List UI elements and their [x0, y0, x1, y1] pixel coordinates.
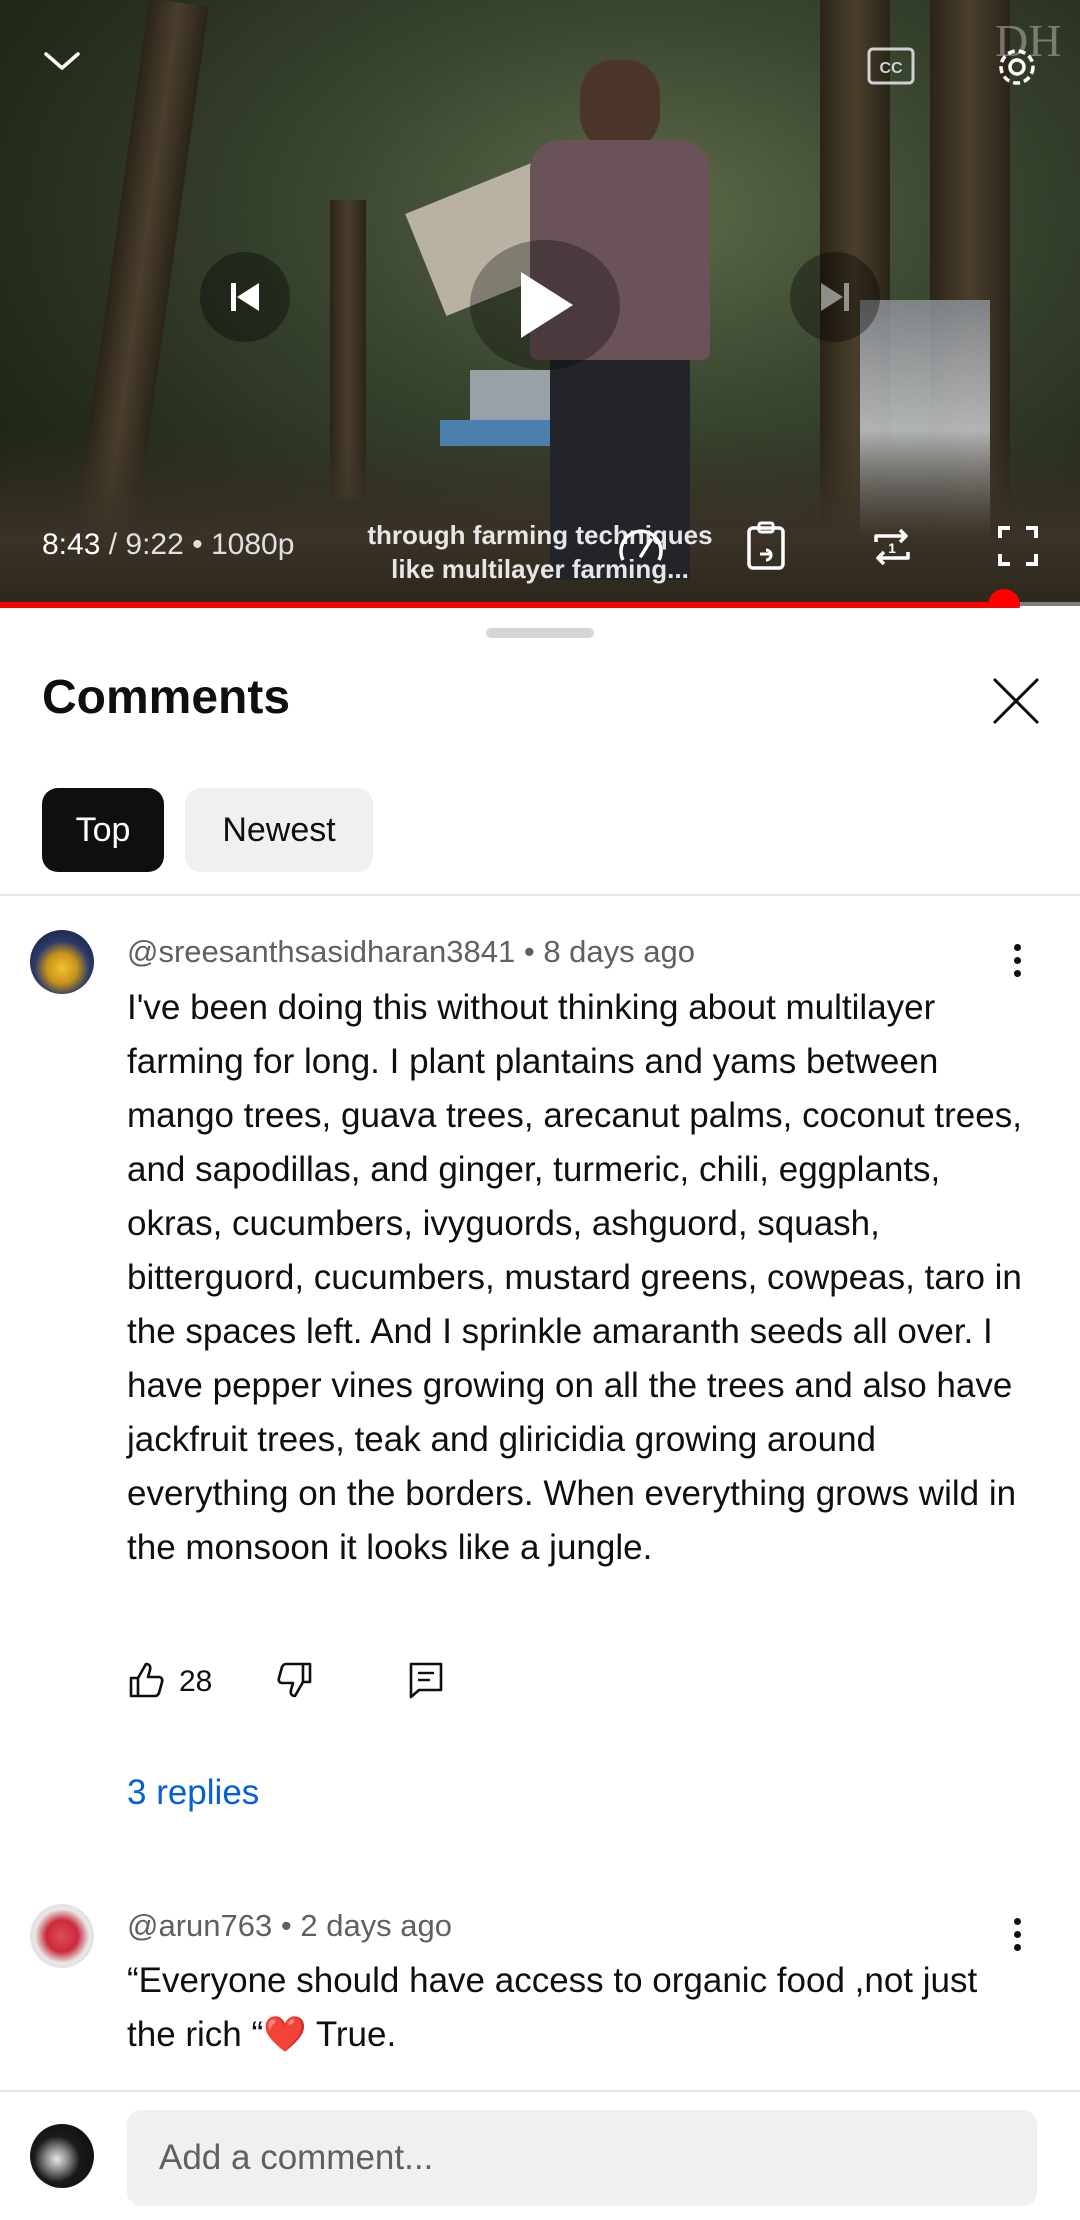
comment-meta: @sreesanthsasidharan3841 • 8 days ago — [127, 934, 695, 969]
drag-handle[interactable] — [486, 628, 594, 638]
like-count: 28 — [179, 1665, 213, 1698]
tab-top[interactable]: Top — [42, 788, 164, 872]
tab-newest[interactable]: Newest — [185, 788, 373, 872]
avatar[interactable] — [30, 1904, 94, 1968]
previous-icon — [231, 283, 259, 311]
more-options-icon[interactable] — [1011, 1918, 1023, 1957]
dislike-icon[interactable] — [274, 1660, 314, 1700]
comment-text: “Everyone should have access to organic … — [127, 1961, 978, 2054]
bullet: • — [183, 528, 211, 561]
chevron-down-icon[interactable] — [40, 46, 84, 76]
play-button[interactable] — [470, 240, 620, 370]
quality-label: 1080p — [210, 528, 295, 561]
like-icon[interactable] — [127, 1660, 167, 1700]
replies-link[interactable]: 3 replies — [127, 1773, 259, 1813]
avatar[interactable] — [30, 930, 94, 994]
time-separator: / — [100, 528, 126, 561]
close-button[interactable] — [988, 673, 1044, 729]
next-icon — [821, 283, 849, 311]
video-player[interactable]: CC DH 8:43 / 9:22 • 1080p through farmin… — [0, 0, 1080, 606]
loop-icon[interactable]: 1 — [868, 524, 916, 570]
svg-text:CC: CC — [879, 60, 903, 77]
play-icon — [521, 272, 573, 338]
caption-line: like multilayer farming... — [391, 554, 689, 584]
divider — [0, 894, 1080, 896]
speed-icon[interactable] — [615, 522, 667, 572]
comment-age: 2 days ago — [300, 1908, 453, 1943]
user-avatar[interactable] — [30, 2124, 94, 2188]
more-options-icon[interactable] — [1011, 944, 1023, 983]
comment-meta: @arun763 • 2 days ago — [127, 1908, 453, 1943]
cc-icon[interactable]: CC — [866, 44, 916, 88]
svg-text:1: 1 — [888, 540, 896, 556]
clipboard-link-icon[interactable] — [744, 520, 790, 574]
comment-age: 8 days ago — [543, 934, 695, 969]
video-caption: through farming techniques like multilay… — [345, 518, 735, 586]
reply-icon[interactable] — [406, 1660, 446, 1700]
add-comment-input[interactable] — [127, 2110, 1037, 2206]
comment-text: I've been doing this without thinking ab… — [127, 988, 1022, 1567]
comment-author[interactable]: @sreesanthsasidharan3841 — [127, 934, 515, 969]
comments-title: Comments — [42, 671, 291, 724]
watermark: DH — [995, 15, 1062, 66]
fullscreen-icon[interactable] — [996, 524, 1040, 568]
next-button[interactable] — [790, 252, 880, 342]
close-icon — [992, 677, 1040, 725]
previous-button[interactable] — [200, 252, 290, 342]
time-display: 8:43 / 9:22 • 1080p — [42, 528, 294, 562]
current-time: 8:43 — [42, 528, 101, 561]
comments-sheet: Comments Top Newest @sreesanthsasidharan… — [0, 608, 1080, 2218]
caption-line: through farming techniques — [367, 520, 713, 550]
comment-author[interactable]: @arun763 — [127, 1908, 272, 1943]
duration: 9:22 — [125, 528, 184, 561]
